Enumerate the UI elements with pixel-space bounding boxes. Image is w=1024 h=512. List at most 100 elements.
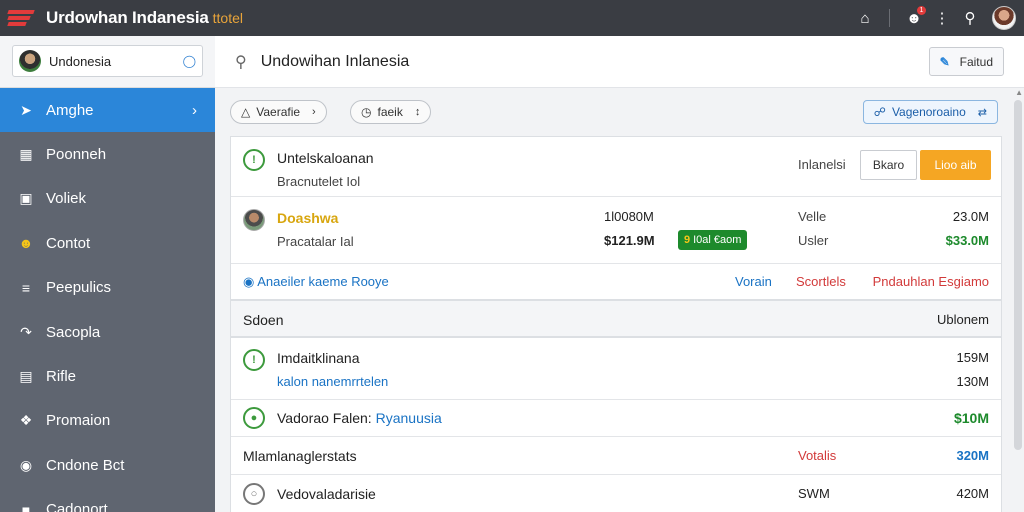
status-icon: ○ bbox=[243, 483, 265, 505]
section-title: Sdoen bbox=[243, 312, 284, 328]
more-icon[interactable]: ⋮ bbox=[928, 9, 956, 27]
item-title-link[interactable]: Ryanuusia bbox=[376, 410, 442, 426]
sidebar-item-label: Voliek bbox=[46, 190, 87, 208]
item-title: Vadorao Falen: bbox=[277, 410, 372, 426]
page-title: Undowihan Inlanesia bbox=[260, 52, 410, 70]
item-subtitle: Bracnutelet Iol bbox=[277, 174, 361, 189]
camera-icon: ◉ bbox=[19, 456, 33, 473]
sidebar-item-cndone-bct[interactable]: ◉ Cndone Bct bbox=[0, 443, 215, 487]
sidebar-item-poonneh[interactable]: ▦ Poonneh bbox=[0, 132, 215, 176]
sidebar-item-contot[interactable]: ☻ Contot bbox=[0, 221, 215, 265]
app-subtitle: ttotel bbox=[212, 10, 244, 26]
badge-label: I0al €aom bbox=[693, 234, 742, 246]
user-alert-icon[interactable]: ☻ 1 bbox=[900, 5, 928, 27]
item-status: Votalis bbox=[798, 448, 837, 463]
avatar[interactable] bbox=[992, 6, 1016, 30]
section-header: Sdoen Ublonem bbox=[230, 300, 1002, 337]
item-label: Usler bbox=[798, 233, 829, 248]
scroll-up-icon[interactable]: ▲ bbox=[1015, 88, 1023, 97]
secondary-button[interactable]: Bkaro bbox=[860, 150, 917, 180]
list-item[interactable]: ! Imdaitklinana kalon nanemrrtelen 159M … bbox=[231, 338, 1001, 400]
filter-pill-label: Vaerafie bbox=[256, 105, 301, 119]
sidebar-item-label: Promaion bbox=[46, 412, 111, 430]
item-value: $10M bbox=[953, 410, 989, 426]
calendar-icon: ▤ bbox=[19, 368, 33, 385]
status-icon: ! bbox=[243, 349, 265, 371]
tag-icon: ❖ bbox=[19, 412, 33, 429]
filter-pill-2[interactable]: ◷ faeik ↕ bbox=[350, 100, 432, 124]
item-amount: $121.9M bbox=[604, 233, 655, 248]
filter-pill-1[interactable]: △ Vaerafie › bbox=[230, 100, 327, 124]
search-icon[interactable]: ◯ bbox=[183, 54, 196, 68]
footer-link-c[interactable]: Pndauhlan Esgiamo bbox=[873, 274, 989, 289]
card-footer: ◉ Anaeiler kaeme Rooye Vorain Scortlels … bbox=[231, 264, 1001, 299]
item-value: 130M bbox=[956, 374, 989, 389]
clock-icon: ◷ bbox=[361, 105, 372, 119]
item-label: Inlanelsi bbox=[798, 157, 846, 172]
sidebar-item-label: Poonneh bbox=[46, 146, 107, 164]
search-icon[interactable]: ⚲ bbox=[235, 52, 247, 72]
folder-icon: ■ bbox=[21, 501, 31, 512]
list-item[interactable]: ○ Vedovaladarisie SWM 420M bbox=[231, 475, 1001, 512]
sidebar-item-cadonort[interactable]: ■ Cadonort bbox=[0, 488, 215, 512]
header-action-label: Faitud bbox=[959, 54, 993, 69]
top-bar: Urdowhan Indanesia ttotel ⌂ ☻ 1 ⋮ ⚲ bbox=[0, 0, 1024, 36]
section-right-label: Ublonem bbox=[936, 312, 989, 327]
item-subtitle: Pracatalar Ial bbox=[277, 234, 354, 249]
item-title: Doashwa bbox=[277, 210, 339, 226]
sidebar-item-label: Peepulics bbox=[46, 279, 112, 297]
footer-link-a[interactable]: Vorain bbox=[735, 274, 772, 289]
edit-icon: ✎ bbox=[939, 54, 950, 69]
sidebar-item-label: Cadonort bbox=[46, 501, 108, 512]
main-header: ⚲ Undowihan Inlanesia ✎ Faitud bbox=[215, 36, 1024, 88]
rocket-icon: ➤ bbox=[20, 101, 32, 118]
main-content: ⚲ Undowihan Inlanesia ✎ Faitud △ Vaerafi… bbox=[215, 36, 1024, 512]
item-value: 420M bbox=[956, 486, 989, 501]
list-item[interactable]: Doashwa Pracatalar Ial 1l0080M $121.9M 9… bbox=[231, 197, 1001, 264]
export-icon: ↷ bbox=[20, 323, 32, 340]
headset-icon: ☍ bbox=[873, 105, 886, 119]
badge-prefix: 9 bbox=[684, 234, 691, 246]
sidebar-item-label: Amghe bbox=[46, 101, 94, 119]
sidebar-item-promaion[interactable]: ❖ Promaion bbox=[0, 399, 215, 443]
footer-link-label: Anaeiler kaeme Rooye bbox=[257, 274, 389, 289]
filter-bar: △ Vaerafie › ◷ faeik ↕ ☍ Vagenoroaino ⇄ bbox=[230, 100, 998, 126]
sidebar-item-amghe[interactable]: ➤ Amghe › bbox=[0, 88, 215, 133]
primary-button[interactable]: Lioo aib bbox=[920, 150, 991, 180]
sidebar-search-input[interactable]: Undonesia ◯ bbox=[12, 45, 203, 77]
header-action-button[interactable]: ✎ Faitud bbox=[928, 47, 1004, 76]
footer-link[interactable]: ◉ Anaeiler kaeme Rooye bbox=[243, 274, 389, 290]
item-value: 159M bbox=[956, 350, 989, 365]
smile-icon: ☻ bbox=[18, 235, 34, 252]
layers-icon: ≡ bbox=[21, 279, 31, 296]
sidebar-item-peepulics[interactable]: ≡ Peepulics bbox=[0, 266, 215, 310]
filter-dropdown[interactable]: ☍ Vagenoroaino ⇄ bbox=[862, 100, 998, 124]
expand-icon: ↕ bbox=[414, 106, 421, 118]
item-title: Mlamlanaglerstats bbox=[243, 448, 357, 464]
scrollbar[interactable] bbox=[1014, 100, 1022, 450]
item-title: Untelskaloanan bbox=[277, 150, 374, 166]
search-icon[interactable]: ⚲ bbox=[956, 9, 984, 27]
item-title: Imdaitklinana bbox=[277, 350, 360, 366]
item-value: 320M bbox=[956, 448, 989, 463]
chart-icon: ▦ bbox=[19, 146, 33, 163]
app-title: Urdowhan Indanesia bbox=[46, 8, 209, 27]
status-icon: ● bbox=[243, 407, 265, 429]
home-icon[interactable]: ⌂ bbox=[851, 10, 879, 27]
item-title: Vedovaladarisie bbox=[277, 486, 376, 502]
footer-link-b[interactable]: Scortlels bbox=[796, 274, 846, 289]
sidebar-item-sacopla[interactable]: ↷ Sacopla bbox=[0, 310, 215, 354]
info-icon: ◉ bbox=[243, 274, 255, 289]
sidebar-item-rifle[interactable]: ▤ Rifle bbox=[0, 354, 215, 398]
detail-card: ! Imdaitklinana kalon nanemrrtelen 159M … bbox=[230, 337, 1002, 512]
item-value: $33.0M bbox=[945, 233, 989, 248]
list-item[interactable]: ● Vadorao Falen: Ryanuusia $10M bbox=[231, 400, 1001, 437]
summary-card: ! Untelskaloanan Bracnutelet Iol Inlanel… bbox=[230, 136, 1002, 300]
sidebar-item-label: Rifle bbox=[46, 368, 77, 386]
sidebar-item-label: Contot bbox=[46, 234, 91, 252]
list-item[interactable]: ! Untelskaloanan Bracnutelet Iol Inlanel… bbox=[231, 137, 1001, 197]
sidebar-item-voliek[interactable]: ▣ Voliek bbox=[0, 177, 215, 221]
chevron-right-icon: › bbox=[312, 106, 316, 118]
item-value: 23.0M bbox=[952, 209, 989, 224]
list-item[interactable]: Mlamlanaglerstats Votalis 320M bbox=[231, 437, 1001, 475]
